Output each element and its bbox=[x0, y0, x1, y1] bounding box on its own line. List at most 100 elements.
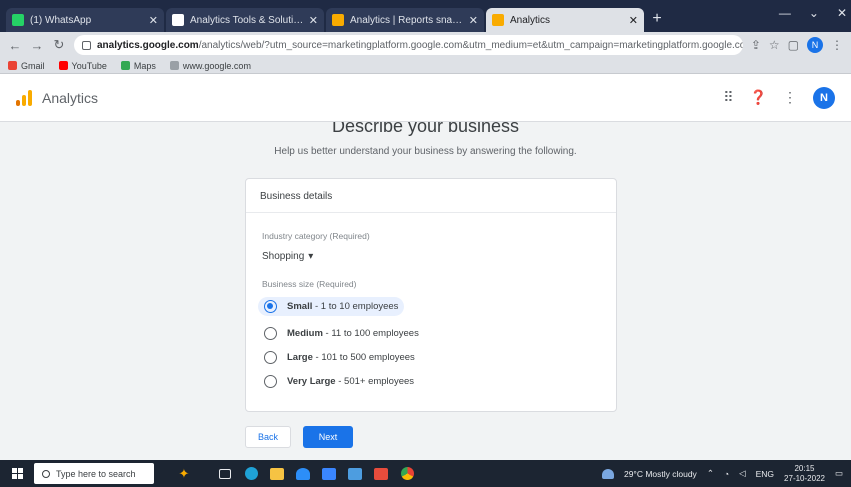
analytics-header: Analytics ⠿ ❓ ⋮ N bbox=[0, 74, 851, 122]
network-icon[interactable]: ◔ bbox=[724, 469, 729, 479]
size-name: Small bbox=[287, 301, 313, 312]
restore-button[interactable]: ⌄ bbox=[809, 6, 819, 20]
main-content: Describe your business Help us better un… bbox=[0, 122, 851, 460]
business-details-card: Business details Industry category (Requ… bbox=[245, 178, 617, 412]
youtube-icon bbox=[58, 61, 68, 70]
reload-icon[interactable]: ↻ bbox=[52, 37, 66, 53]
taskbar-search[interactable]: Type here to search bbox=[34, 463, 154, 484]
size-desc: - 101 to 500 employees bbox=[312, 352, 415, 363]
notifications-icon[interactable]: ▭ bbox=[835, 468, 843, 479]
mail-icon[interactable] bbox=[316, 460, 342, 487]
industry-category-value: Shopping bbox=[262, 251, 305, 262]
share-icon[interactable]: ⇪ bbox=[751, 38, 761, 52]
bookmark-label: YouTube bbox=[71, 60, 107, 71]
next-button[interactable]: Next bbox=[303, 426, 353, 448]
size-desc: - 1 to 10 employees bbox=[312, 301, 399, 312]
language-indicator[interactable]: ENG bbox=[756, 469, 774, 479]
gmail-icon bbox=[8, 61, 17, 70]
volume-icon[interactable]: ◁ bbox=[739, 468, 746, 479]
dropdown-arrow-icon: ▾ bbox=[308, 251, 314, 262]
page-subtitle: Help us better understand your business … bbox=[274, 146, 577, 157]
size-option-large[interactable]: Large - 101 to 500 employees bbox=[264, 351, 415, 364]
tab-analytics-active[interactable]: Analytics ✕ bbox=[486, 8, 644, 32]
new-tab-button[interactable]: + bbox=[646, 8, 668, 30]
tab-title: Analytics | Reports snapshot bbox=[350, 14, 465, 26]
globe-icon bbox=[169, 61, 179, 70]
google-icon bbox=[172, 14, 184, 26]
close-tab-icon[interactable]: ✕ bbox=[469, 14, 478, 27]
task-view-icon[interactable] bbox=[212, 460, 238, 487]
app-title: Analytics bbox=[42, 89, 99, 106]
address-bar[interactable]: analytics.google.com /analytics/web/?utm… bbox=[74, 35, 743, 55]
bookmark-star-icon[interactable]: ☆ bbox=[769, 38, 780, 52]
bookmark-maps[interactable]: Maps bbox=[120, 61, 156, 71]
bookmark-google[interactable]: www.google.com bbox=[169, 60, 251, 71]
lock-icon bbox=[82, 40, 91, 50]
tab-title: (1) WhatsApp bbox=[30, 14, 92, 26]
tab-analytics-reports[interactable]: Analytics | Reports snapshot ✕ bbox=[326, 8, 484, 32]
size-option-small[interactable]: Small - 1 to 10 employees bbox=[258, 297, 405, 316]
tab-title: Analytics Tools & Solutions for... bbox=[190, 14, 305, 26]
tab-whatsapp[interactable]: (1) WhatsApp ✕ bbox=[6, 8, 164, 32]
clock-time: 20:15 bbox=[794, 463, 815, 473]
back-arrow-icon[interactable]: ← bbox=[8, 38, 22, 53]
size-desc: - 501+ employees bbox=[335, 376, 415, 387]
profile-avatar[interactable]: N bbox=[807, 37, 823, 53]
size-desc: - 11 to 100 employees bbox=[322, 328, 419, 339]
widgets-icon[interactable]: ✦ bbox=[162, 464, 206, 484]
radio-unchecked-icon[interactable] bbox=[264, 327, 277, 340]
office-icon[interactable] bbox=[368, 460, 394, 487]
more-options-icon[interactable]: ⋮ bbox=[783, 89, 797, 106]
radio-checked-icon[interactable] bbox=[264, 300, 277, 313]
weather-icon bbox=[601, 468, 614, 479]
back-button[interactable]: Back bbox=[245, 426, 291, 448]
apps-grid-icon[interactable]: ⠿ bbox=[723, 89, 733, 106]
bookmark-gmail[interactable]: Gmail bbox=[8, 61, 45, 71]
help-icon[interactable]: ❓ bbox=[750, 89, 767, 106]
maps-icon bbox=[120, 61, 130, 70]
file-explorer-icon[interactable] bbox=[264, 460, 290, 487]
industry-category-label: Industry category (Required) bbox=[262, 231, 370, 241]
page-title: Describe your business bbox=[331, 122, 520, 136]
close-window-button[interactable]: ✕ bbox=[837, 6, 847, 20]
forward-arrow-icon[interactable]: → bbox=[30, 38, 44, 53]
bookmark-label: Gmail bbox=[21, 60, 45, 71]
browser-tab-strip: (1) WhatsApp ✕ Analytics Tools & Solutio… bbox=[0, 0, 851, 32]
browser-toolbar: ← → ↻ analytics.google.com /analytics/we… bbox=[0, 32, 851, 58]
clock[interactable]: 20:15 27-10-2022 bbox=[784, 464, 825, 484]
industry-category-select[interactable]: Shopping ▾ bbox=[262, 251, 313, 262]
header-actions: ⠿ ❓ ⋮ N bbox=[723, 86, 835, 109]
radio-unchecked-icon[interactable] bbox=[264, 351, 277, 364]
size-option-medium[interactable]: Medium - 11 to 100 employees bbox=[264, 327, 419, 340]
close-tab-icon[interactable]: ✕ bbox=[309, 14, 318, 27]
tray-chevron-icon[interactable]: ⌃ bbox=[707, 468, 714, 479]
clock-date: 27-10-2022 bbox=[784, 473, 825, 483]
window-controls: — ⌄ ✕ bbox=[779, 6, 847, 20]
edge-icon[interactable] bbox=[238, 460, 264, 487]
extensions-icon[interactable]: ▢ bbox=[788, 38, 799, 52]
url-path: /analytics/web/?utm_source=marketingplat… bbox=[198, 39, 743, 51]
windows-logo-icon bbox=[11, 468, 23, 479]
account-avatar[interactable]: N bbox=[813, 86, 835, 109]
analytics-favicon bbox=[332, 14, 344, 26]
business-size-label: Business size (Required) bbox=[262, 279, 357, 289]
close-tab-icon[interactable]: ✕ bbox=[149, 14, 158, 27]
bookmark-label: www.google.com bbox=[182, 60, 251, 71]
store-icon[interactable] bbox=[342, 460, 368, 487]
bookmark-youtube[interactable]: YouTube bbox=[58, 60, 107, 71]
chrome-icon[interactable] bbox=[394, 460, 420, 487]
search-icon bbox=[42, 469, 50, 478]
analytics-favicon bbox=[492, 14, 504, 26]
minimize-button[interactable]: — bbox=[779, 6, 791, 20]
dolphin-app-icon[interactable] bbox=[290, 460, 316, 487]
size-option-very-large[interactable]: Very Large - 501+ employees bbox=[264, 375, 414, 388]
weather-text[interactable]: 29°C Mostly cloudy bbox=[624, 469, 697, 479]
size-name: Large bbox=[287, 352, 313, 363]
radio-unchecked-icon[interactable] bbox=[264, 375, 277, 388]
close-tab-icon[interactable]: ✕ bbox=[629, 14, 638, 27]
url-host: analytics.google.com bbox=[97, 39, 199, 51]
start-button[interactable] bbox=[0, 460, 34, 487]
menu-kebab-icon[interactable]: ⋮ bbox=[831, 38, 843, 52]
tab-analytics-tools[interactable]: Analytics Tools & Solutions for... ✕ bbox=[166, 8, 324, 32]
whatsapp-icon bbox=[12, 14, 24, 26]
